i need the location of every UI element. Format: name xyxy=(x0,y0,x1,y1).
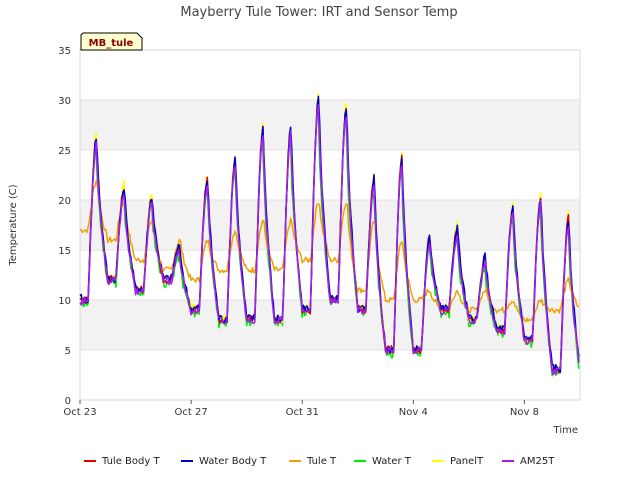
legend-label: PanelT xyxy=(450,456,484,467)
legend-label: Tule Body T xyxy=(101,456,160,467)
legend-label: Water Body T xyxy=(199,456,267,467)
y-axis-label: Temperature (C) xyxy=(8,184,19,266)
badge-text: MB_tule xyxy=(89,38,134,49)
legend-label: Water T xyxy=(372,456,412,467)
legend-label: Tule T xyxy=(306,456,337,467)
x-axis-label: Time xyxy=(553,425,578,436)
y-tick-label: 25 xyxy=(58,146,71,157)
y-tick-label: 0 xyxy=(65,396,71,407)
y-tick-label: 35 xyxy=(58,46,71,57)
x-tick-label: Nov 4 xyxy=(399,407,428,418)
legend-label: AM25T xyxy=(520,456,555,467)
y-tick-label: 10 xyxy=(58,296,71,307)
y-tick-label: 15 xyxy=(58,246,71,257)
x-tick-label: Nov 8 xyxy=(510,407,539,418)
x-axis: Oct 23 Oct 27 Oct 31 Nov 4 Nov 8 xyxy=(63,400,539,418)
x-tick-label: Oct 27 xyxy=(175,407,208,418)
legend: Tule Body T Water Body T Tule T Water T Pane… xyxy=(84,456,555,467)
station-badge: MB_tule xyxy=(80,32,143,51)
y-tick-label: 30 xyxy=(58,96,71,107)
y-tick-label: 5 xyxy=(65,346,71,357)
x-tick-label: Oct 31 xyxy=(286,407,319,418)
x-tick-label: Oct 23 xyxy=(63,407,96,418)
chart-title: Mayberry Tule Tower: IRT and Sensor Temp xyxy=(180,5,457,20)
y-axis: 0 5 10 15 20 25 30 35 xyxy=(58,46,71,407)
grid-band xyxy=(80,100,580,150)
y-tick-label: 20 xyxy=(58,196,71,207)
chart: Mayberry Tule Tower: IRT and Sensor Temp… xyxy=(8,5,581,467)
